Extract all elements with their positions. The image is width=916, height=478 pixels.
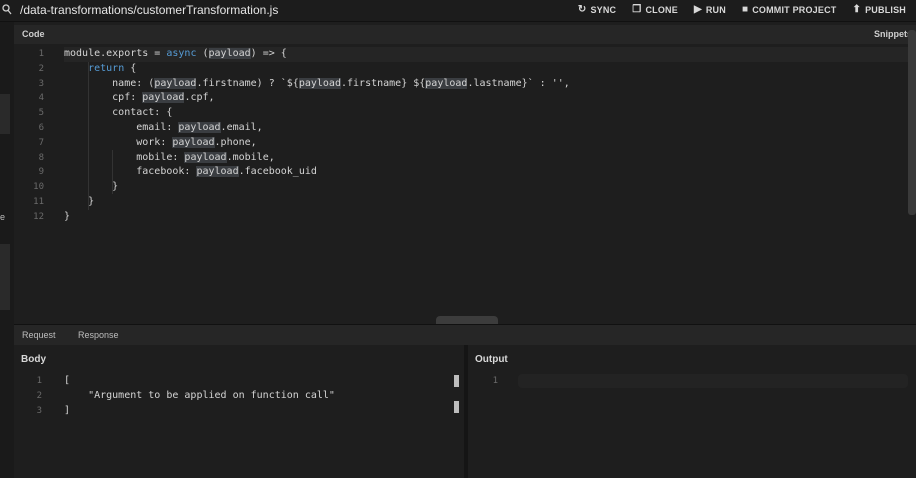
line-number: 1 [492,376,498,386]
sidebar-text-fragment: e [0,212,6,222]
sync-button[interactable]: ↻ SYNC [578,3,616,17]
save-icon: ■ [741,4,749,15]
output-editor[interactable] [518,374,908,388]
code-line[interactable]: [ [64,374,335,389]
code-line[interactable]: return { [64,62,908,77]
code-line[interactable]: } [64,210,908,225]
tab-response[interactable]: Response [78,330,119,340]
publish-button[interactable]: ⬆ PUBLISH [853,3,907,17]
tab-code[interactable]: Code [22,29,45,39]
output-panel: Output 1 [468,345,916,478]
left-sidebar-fragment: e [0,22,14,478]
body-scrollbar[interactable] [454,375,459,415]
tab-request[interactable]: Request [22,330,56,340]
code-line[interactable]: } [64,180,908,195]
body-editor[interactable]: [ "Argument to be applied on function ca… [64,374,335,418]
sidebar-panel-fragment [0,244,10,310]
clone-button[interactable]: ❐ CLONE [632,3,678,17]
publish-icon: ⬆ [852,4,862,15]
output-title: Output [475,354,508,365]
code-line[interactable]: contact: { [64,106,908,121]
editor-scrollbar[interactable] [908,30,916,215]
line-number-gutter: 1 [468,374,498,389]
sync-icon: ↻ [577,4,587,15]
code-line[interactable]: ] [64,404,335,419]
line-number: 4 [38,93,44,104]
code-editor[interactable]: 1 2 3 4 5 6 7 8 9 10 11 12 module.export… [14,44,908,324]
line-number: 8 [38,152,44,163]
line-number: 1 [38,49,44,59]
code-line[interactable]: } [64,195,908,210]
panel-resize-handle[interactable] [436,316,498,324]
search-icon[interactable] [2,4,12,18]
code-line[interactable]: name: (payload.firstname) ? `${payload.f… [64,77,908,92]
code-line[interactable]: module.exports = async (payload) => { [64,47,908,62]
line-number: 10 [33,182,44,193]
line-number: 6 [38,122,44,133]
code-lines[interactable]: module.exports = async (payload) => { re… [64,47,908,225]
body-title: Body [21,354,46,365]
code-line[interactable]: email: payload.email, [64,121,908,136]
line-number: 1 [36,376,42,386]
code-line[interactable]: facebook: payload.facebook_uid [64,165,908,180]
scroll-marker [454,375,459,387]
line-number: 12 [33,211,44,222]
code-panel-header: Code Snippets [14,25,916,44]
request-response-tabs: Request Response [14,324,916,345]
snippets-button[interactable]: Snippets [874,29,912,39]
line-number: 9 [38,167,44,178]
file-path: /data-transformations/customerTransforma… [20,3,279,17]
line-number: 3 [38,78,44,89]
play-icon: ▶ [693,4,702,15]
code-line[interactable]: cpf: payload.cpf, [64,91,908,106]
sidebar-panel-fragment [0,94,10,134]
toolbar-actions: ↻ SYNC ❐ CLONE ▶ RUN ■ COMMIT PROJECT ⬆ PUBLI… [578,3,906,17]
request-body-panel: Body 1 2 3 [ "Argument to be applied on … [14,345,464,478]
line-number: 11 [33,196,44,207]
commit-project-button[interactable]: ■ COMMIT PROJECT [742,3,837,17]
line-number: 3 [36,405,42,416]
line-number: 2 [38,63,44,74]
code-line[interactable]: "Argument to be applied on function call… [64,389,335,404]
code-line[interactable]: work: payload.phone, [64,136,908,151]
run-button[interactable]: ▶ RUN [694,3,726,17]
code-line[interactable]: mobile: payload.mobile, [64,151,908,166]
line-number-gutter: 1 2 3 4 5 6 7 8 9 10 11 12 [14,47,44,225]
line-number-gutter: 1 2 3 [14,374,42,418]
line-number: 5 [38,108,44,119]
clone-icon: ❐ [632,4,642,15]
line-number: 2 [36,390,42,401]
scroll-marker [454,401,459,413]
line-number: 7 [38,137,44,148]
top-bar: /data-transformations/customerTransforma… [0,0,916,22]
